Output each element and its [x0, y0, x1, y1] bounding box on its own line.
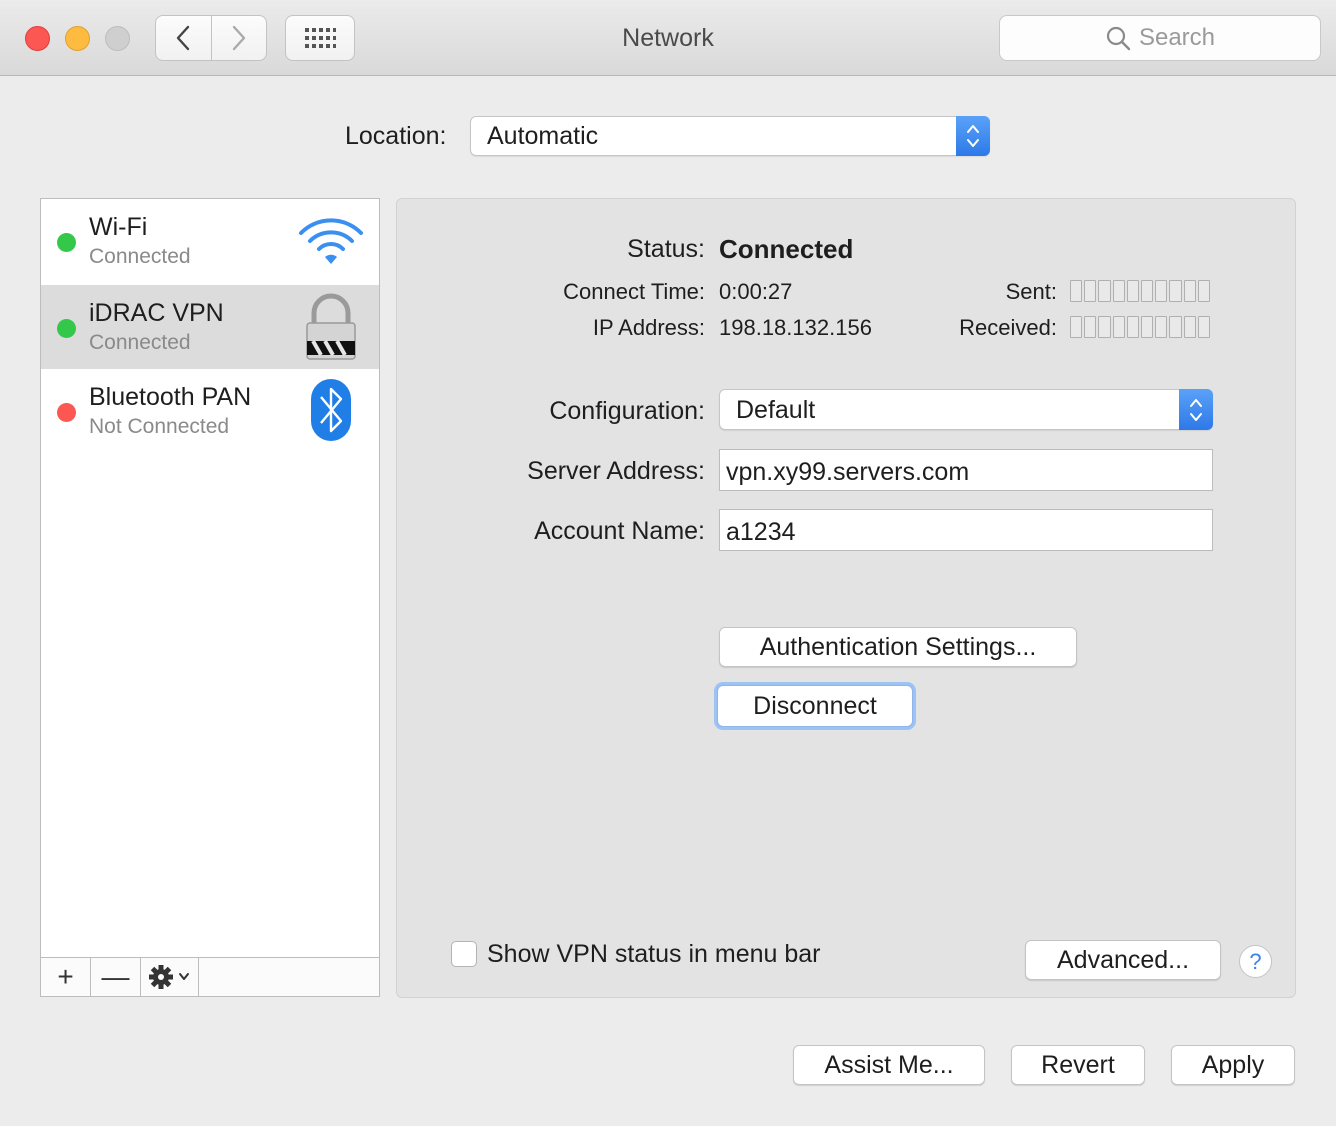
wifi-icon — [299, 218, 363, 264]
service-list: Wi-Fi Connected iDRAC VPN Connected Blue… — [40, 198, 380, 958]
help-button[interactable]: ? — [1239, 945, 1272, 978]
server-address-label: Server Address: — [527, 457, 705, 485]
ip-address-value: 198.18.132.156 — [719, 315, 872, 340]
service-name: iDRAC VPN — [89, 299, 224, 327]
assist-me-button[interactable]: Assist Me... — [793, 1045, 985, 1085]
service-status: Connected — [89, 245, 191, 268]
location-label: Location: — [345, 122, 447, 150]
account-name-label: Account Name: — [534, 517, 705, 545]
show-vpn-status-label: Show VPN status in menu bar — [487, 940, 821, 968]
search-placeholder: Search — [1138, 24, 1216, 51]
service-item-idrac-vpn[interactable]: iDRAC VPN Connected — [41, 285, 379, 369]
service-status: Not Connected — [89, 415, 230, 438]
vpn-lock-icon — [306, 293, 356, 360]
search-field[interactable]: Search — [999, 15, 1321, 61]
status-dot — [57, 319, 76, 338]
status-dot — [57, 403, 76, 422]
authentication-settings-button[interactable]: Authentication Settings... — [719, 627, 1077, 667]
configuration-popup[interactable]: Default — [719, 389, 1213, 430]
popup-arrows-icon — [956, 116, 990, 156]
bluetooth-icon — [311, 379, 351, 441]
service-item-bluetooth-pan[interactable]: Bluetooth PAN Not Connected — [41, 369, 379, 453]
account-name-field[interactable]: a1234 — [719, 509, 1213, 551]
popup-arrows-icon — [1179, 389, 1213, 430]
title-bar: Network Search — [0, 0, 1336, 76]
service-list-toolbar: + — — [40, 957, 380, 997]
status-dot — [57, 233, 76, 252]
connect-time-value: 0:00:27 — [719, 279, 793, 304]
account-name-value: a1234 — [726, 518, 796, 546]
status-label: Status: — [627, 235, 705, 263]
server-address-field[interactable]: vpn.xy99.servers.com — [719, 449, 1213, 491]
configuration-value: Default — [736, 396, 816, 424]
advanced-button[interactable]: Advanced... — [1025, 940, 1221, 980]
ip-address-label: IP Address: — [592, 315, 705, 340]
service-name: Bluetooth PAN — [89, 383, 252, 411]
location-value: Automatic — [487, 122, 599, 150]
status-value: Connected — [719, 234, 854, 264]
remove-service-button[interactable]: — — [91, 958, 141, 996]
disconnect-button[interactable]: Disconnect — [717, 685, 913, 727]
received-meter — [1070, 316, 1211, 338]
sent-label: Sent: — [1005, 279, 1057, 304]
detail-panel: Status: Connected Connect Time: 0:00:27 … — [396, 198, 1296, 998]
configuration-label: Configuration: — [549, 397, 705, 425]
service-name: Wi-Fi — [89, 213, 148, 241]
show-vpn-status-checkbox[interactable] — [451, 941, 477, 967]
received-label: Received: — [959, 315, 1057, 340]
server-address-value: vpn.xy99.servers.com — [726, 458, 970, 486]
revert-button[interactable]: Revert — [1011, 1045, 1145, 1085]
service-item-wifi[interactable]: Wi-Fi Connected — [41, 199, 379, 283]
connect-time-label: Connect Time: — [563, 279, 705, 304]
search-icon — [1106, 26, 1131, 51]
add-service-button[interactable]: + — [41, 958, 91, 996]
action-menu-button[interactable] — [141, 958, 199, 996]
service-status: Connected — [89, 331, 191, 354]
apply-button[interactable]: Apply — [1171, 1045, 1295, 1085]
location-popup[interactable]: Automatic — [470, 116, 990, 156]
sent-meter — [1070, 280, 1211, 302]
gear-icon — [148, 965, 189, 989]
